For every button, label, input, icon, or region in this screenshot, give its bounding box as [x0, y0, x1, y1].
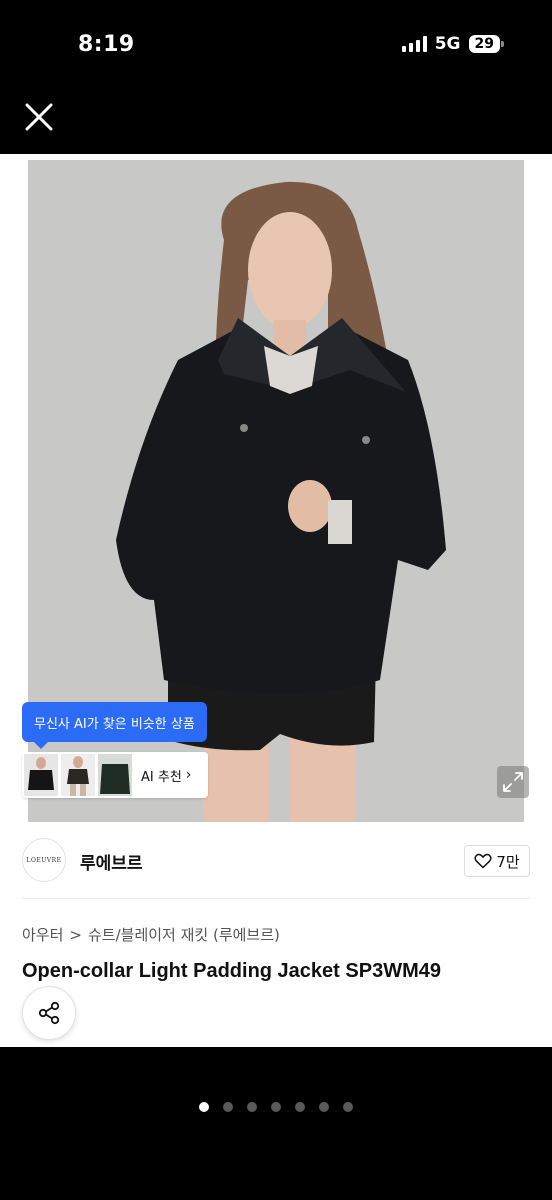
status-bar: 8:19 5G 29 [0, 0, 552, 90]
brand-logo-text: LOEUVRE [26, 856, 62, 864]
pager-dot[interactable] [247, 1102, 257, 1112]
status-time: 8:19 [78, 32, 135, 57]
close-button[interactable] [22, 100, 56, 134]
expand-image-button[interactable] [497, 766, 529, 798]
status-indicators: 5G 29 [401, 34, 504, 54]
ai-similar-tooltip: 무신사 AI가 찾은 비슷한 상품 [22, 702, 207, 749]
pager-dot[interactable] [343, 1102, 353, 1112]
product-title: Open-collar Light Padding Jacket SP3WM49 [22, 960, 441, 982]
brand-name[interactable]: 루에브르 [80, 849, 143, 874]
like-count: 7만 [496, 852, 520, 871]
like-button[interactable]: 7만 [464, 845, 530, 877]
brand-row: LOEUVRE 루에브르 7만 [22, 838, 530, 884]
pager-dot[interactable] [319, 1102, 329, 1112]
divider [22, 898, 530, 899]
pager-dot[interactable] [271, 1102, 281, 1112]
ai-thumbnail-2[interactable] [61, 754, 95, 796]
brand-logo[interactable]: LOEUVRE [22, 838, 66, 882]
breadcrumb: 아우터 > 슈트/블레이저 재킷 (루에브르) [22, 924, 280, 945]
close-icon [25, 103, 53, 131]
image-pager [0, 1102, 552, 1112]
chevron-right-icon: › [185, 767, 192, 783]
ai-recommend-label: AI 추천 [141, 769, 182, 785]
share-icon [38, 1001, 60, 1025]
share-button[interactable] [22, 986, 76, 1040]
heart-icon [474, 853, 492, 869]
ai-recommend-button[interactable]: AI 추천 › [22, 752, 208, 798]
ai-thumbnail-1[interactable] [24, 754, 58, 796]
pager-dot[interactable] [295, 1102, 305, 1112]
expand-icon [503, 772, 523, 792]
ai-thumbnail-3[interactable] [98, 754, 132, 796]
network-type: 5G [434, 34, 461, 54]
breadcrumb-separator: > [69, 925, 82, 944]
top-bar [0, 90, 552, 154]
pager-dot[interactable] [199, 1102, 209, 1112]
breadcrumb-subcategory[interactable]: 슈트/블레이저 재킷 (루에브르) [88, 924, 280, 945]
breadcrumb-category[interactable]: 아우터 [22, 924, 63, 945]
battery-level: 29 [468, 35, 500, 53]
battery-icon: 29 [468, 35, 504, 53]
product-sheet: 무신사 AI가 찾은 비슷한 상품 AI 추천 › LOEUVRE 루에브르 7… [0, 154, 552, 1047]
signal-icon [401, 36, 427, 52]
pager-dot[interactable] [223, 1102, 233, 1112]
